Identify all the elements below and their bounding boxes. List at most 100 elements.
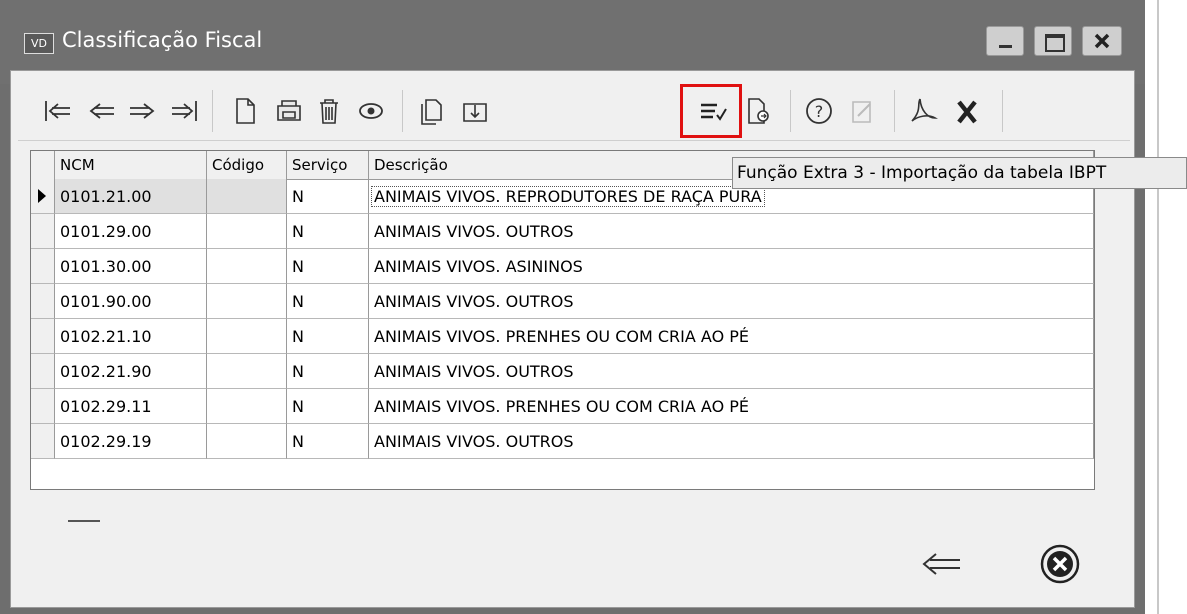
edit-button[interactable] xyxy=(844,92,882,130)
codigo-cell[interactable] xyxy=(207,179,287,214)
descricao-cell[interactable]: ANIMAIS VIVOS. OUTROS xyxy=(369,284,1094,319)
import-button[interactable] xyxy=(456,92,494,130)
grid-navigator-area xyxy=(30,490,1095,545)
table-row[interactable]: 0101.30.00 N ANIMAIS VIVOS. ASININOS xyxy=(31,249,1094,284)
close-icon xyxy=(1094,33,1110,49)
close-window-button[interactable] xyxy=(1082,26,1122,56)
pdf-icon xyxy=(911,98,938,122)
toolbar-separator xyxy=(1002,90,1003,132)
back-button[interactable] xyxy=(916,540,964,588)
codigo-cell[interactable] xyxy=(207,319,287,354)
current-row-arrow-icon xyxy=(38,189,46,203)
delete-button[interactable] xyxy=(310,92,348,130)
row-indicator xyxy=(31,424,55,459)
row-indicator xyxy=(31,319,55,354)
column-header-servico[interactable]: Serviço xyxy=(287,151,369,179)
background-strip xyxy=(1145,0,1187,614)
codigo-cell[interactable] xyxy=(207,214,287,249)
last-record-button[interactable] xyxy=(166,92,204,130)
ncm-cell[interactable]: 0101.90.00 xyxy=(55,284,207,319)
edit-icon xyxy=(852,101,871,123)
descricao-cell[interactable]: ANIMAIS VIVOS. ASININOS xyxy=(369,249,1094,284)
next-record-button[interactable] xyxy=(124,92,162,130)
toolbar-separator xyxy=(402,90,403,132)
help-button[interactable]: ? xyxy=(800,92,838,130)
servico-cell[interactable]: N xyxy=(287,179,369,214)
servico-cell[interactable]: N xyxy=(287,214,369,249)
descricao-cell[interactable]: ANIMAIS VIVOS. PRENHES OU COM CRIA AO PÉ xyxy=(369,319,1094,354)
last-record-icon xyxy=(172,101,197,121)
pdf-button[interactable] xyxy=(904,92,942,130)
excel-icon xyxy=(957,100,977,124)
back-arrow-icon xyxy=(922,553,960,575)
ncm-cell[interactable]: 0102.29.19 xyxy=(55,424,207,459)
codigo-cell[interactable] xyxy=(207,249,287,284)
help-icon: ? xyxy=(806,98,832,124)
servico-cell[interactable]: N xyxy=(287,249,369,284)
ncm-table: NCM Código Serviço Descrição 0101.21.00 … xyxy=(30,150,1095,490)
header-indicator-cell xyxy=(31,151,55,179)
export-button[interactable] xyxy=(738,92,776,130)
codigo-cell[interactable] xyxy=(207,389,287,424)
ncm-cell[interactable]: 0102.21.90 xyxy=(55,354,207,389)
minimize-icon xyxy=(999,45,1012,48)
row-indicator xyxy=(31,354,55,389)
new-record-button[interactable] xyxy=(226,92,264,130)
highlight-box xyxy=(680,84,742,138)
ncm-cell[interactable]: 0102.21.10 xyxy=(55,319,207,354)
view-button[interactable] xyxy=(352,92,390,130)
ncm-cell[interactable]: 0101.21.00 xyxy=(55,179,207,214)
svg-text:?: ? xyxy=(815,102,824,121)
print-icon xyxy=(277,100,301,121)
servico-cell[interactable]: N xyxy=(287,284,369,319)
row-indicator xyxy=(31,389,55,424)
servico-cell[interactable]: N xyxy=(287,354,369,389)
row-indicator xyxy=(31,249,55,284)
table-row[interactable]: 0102.21.90 N ANIMAIS VIVOS. OUTROS xyxy=(31,354,1094,389)
ncm-cell[interactable]: 0101.29.00 xyxy=(55,214,207,249)
column-header-ncm[interactable]: NCM xyxy=(55,151,207,179)
descricao-cell[interactable]: ANIMAIS VIVOS. OUTROS xyxy=(369,354,1094,389)
view-eye-icon xyxy=(359,103,383,119)
minimize-button[interactable] xyxy=(986,26,1024,56)
codigo-cell[interactable] xyxy=(207,284,287,319)
table-row[interactable]: 0102.21.10 N ANIMAIS VIVOS. PRENHES OU C… xyxy=(31,319,1094,354)
row-indicator xyxy=(31,284,55,319)
table-row[interactable]: 0101.90.00 N ANIMAIS VIVOS. OUTROS xyxy=(31,284,1094,319)
row-indicator xyxy=(31,214,55,249)
codigo-cell[interactable] xyxy=(207,424,287,459)
ncm-cell[interactable]: 0102.29.11 xyxy=(55,389,207,424)
app-window: VD Classificação Fiscal ? NCM Código Ser… xyxy=(0,0,1145,614)
table-row[interactable]: 0102.29.11 N ANIMAIS VIVOS. PRENHES OU C… xyxy=(31,389,1094,424)
window-title: Classificação Fiscal xyxy=(62,28,263,52)
servico-cell[interactable]: N xyxy=(287,389,369,424)
first-record-icon xyxy=(45,101,70,121)
row-indicator xyxy=(31,179,55,214)
descricao-text: ANIMAIS VIVOS. REPRODUTORES DE RAÇA PURA xyxy=(371,185,765,207)
servico-cell[interactable]: N xyxy=(287,319,369,354)
table-row[interactable]: 0101.29.00 N ANIMAIS VIVOS. OUTROS xyxy=(31,214,1094,249)
next-record-icon xyxy=(130,103,155,119)
descricao-cell[interactable]: ANIMAIS VIVOS. PRENHES OU COM CRIA AO PÉ xyxy=(369,389,1094,424)
close-form-button[interactable] xyxy=(1036,540,1084,588)
servico-cell[interactable]: N xyxy=(287,424,369,459)
first-record-button[interactable] xyxy=(38,92,76,130)
toolbar-separator xyxy=(894,90,895,132)
print-button[interactable] xyxy=(270,92,308,130)
copy-icon xyxy=(421,99,442,125)
codigo-cell[interactable] xyxy=(207,354,287,389)
copy-button[interactable] xyxy=(412,92,450,130)
trash-icon xyxy=(320,99,338,124)
descricao-cell[interactable]: ANIMAIS VIVOS. OUTROS xyxy=(369,424,1094,459)
toolbar: ? xyxy=(18,80,1130,141)
descricao-cell[interactable]: ANIMAIS VIVOS. OUTROS xyxy=(369,214,1094,249)
table-row[interactable]: 0102.29.19 N ANIMAIS VIVOS. OUTROS xyxy=(31,424,1094,459)
ncm-cell[interactable]: 0101.30.00 xyxy=(55,249,207,284)
app-logo-icon: VD xyxy=(24,33,54,54)
previous-record-button[interactable] xyxy=(82,92,120,130)
excel-button[interactable] xyxy=(948,92,986,130)
column-header-codigo[interactable]: Código xyxy=(207,151,287,179)
maximize-button[interactable] xyxy=(1034,26,1072,56)
close-circle-icon xyxy=(1040,544,1080,584)
maximize-icon xyxy=(1045,34,1065,52)
